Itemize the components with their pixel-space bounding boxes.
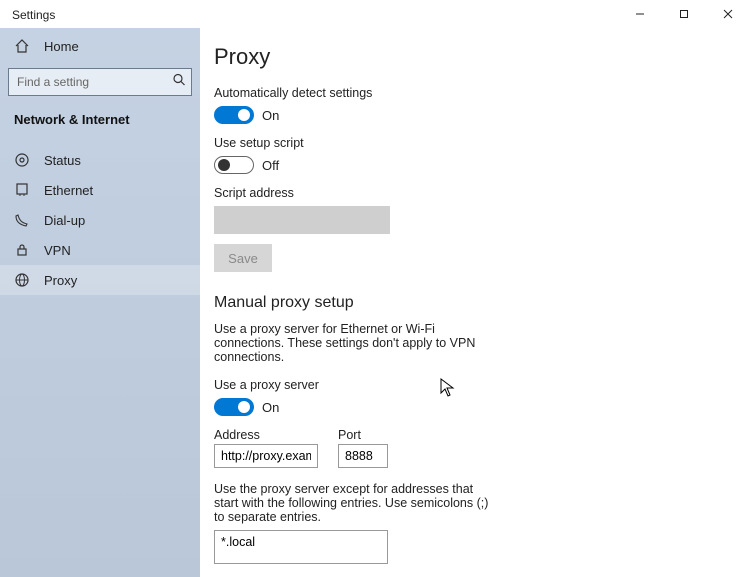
sidebar-item-label: Home (44, 39, 79, 54)
use-proxy-state: On (262, 400, 279, 415)
script-address-input[interactable] (214, 206, 390, 234)
script-address-label: Script address (214, 186, 750, 200)
auto-detect-state: On (262, 108, 279, 123)
use-proxy-label: Use a proxy server (214, 378, 750, 392)
status-icon (14, 152, 30, 168)
use-script-state: Off (262, 158, 279, 173)
sidebar-item-proxy[interactable]: Proxy (0, 265, 200, 295)
sidebar-item-vpn[interactable]: VPN (0, 235, 200, 265)
maximize-button[interactable] (662, 0, 706, 28)
exceptions-input[interactable] (214, 530, 388, 564)
app-title: Settings (0, 0, 55, 22)
page-title: Proxy (214, 44, 750, 70)
manual-section-title: Manual proxy setup (214, 294, 750, 312)
auto-detect-toggle[interactable] (214, 106, 254, 124)
vpn-icon (14, 242, 30, 258)
search-input[interactable] (8, 68, 192, 96)
ethernet-icon (14, 182, 30, 198)
manual-description: Use a proxy server for Ethernet or Wi-Fi… (214, 322, 494, 364)
content-area: Proxy Automatically detect settings On U… (200, 28, 750, 577)
proxy-icon (14, 272, 30, 288)
sidebar-item-label: Ethernet (44, 183, 93, 198)
search-icon (172, 73, 186, 92)
sidebar-item-label: Status (44, 153, 81, 168)
sidebar-item-label: VPN (44, 243, 71, 258)
sidebar-item-home[interactable]: Home (0, 28, 200, 64)
use-script-toggle[interactable] (214, 156, 254, 174)
port-input[interactable] (338, 444, 388, 468)
address-label: Address (214, 428, 318, 442)
category-label: Network & Internet (0, 106, 200, 137)
sidebar-item-ethernet[interactable]: Ethernet (0, 175, 200, 205)
window-controls (618, 0, 750, 28)
port-label: Port (338, 428, 388, 442)
phone-icon (14, 212, 30, 228)
use-script-label: Use setup script (214, 136, 750, 150)
address-input[interactable] (214, 444, 318, 468)
minimize-button[interactable] (618, 0, 662, 28)
sidebar-item-label: Dial-up (44, 213, 85, 228)
auto-save-button[interactable]: Save (214, 244, 272, 272)
auto-detect-label: Automatically detect settings (214, 86, 750, 100)
sidebar-item-dialup[interactable]: Dial-up (0, 205, 200, 235)
use-proxy-toggle[interactable] (214, 398, 254, 416)
sidebar-item-status[interactable]: Status (0, 145, 200, 175)
home-icon (14, 38, 30, 54)
exceptions-description: Use the proxy server except for addresse… (214, 482, 494, 524)
sidebar-item-label: Proxy (44, 273, 77, 288)
close-button[interactable] (706, 0, 750, 28)
sidebar: Home Network & Internet Status (0, 28, 200, 577)
